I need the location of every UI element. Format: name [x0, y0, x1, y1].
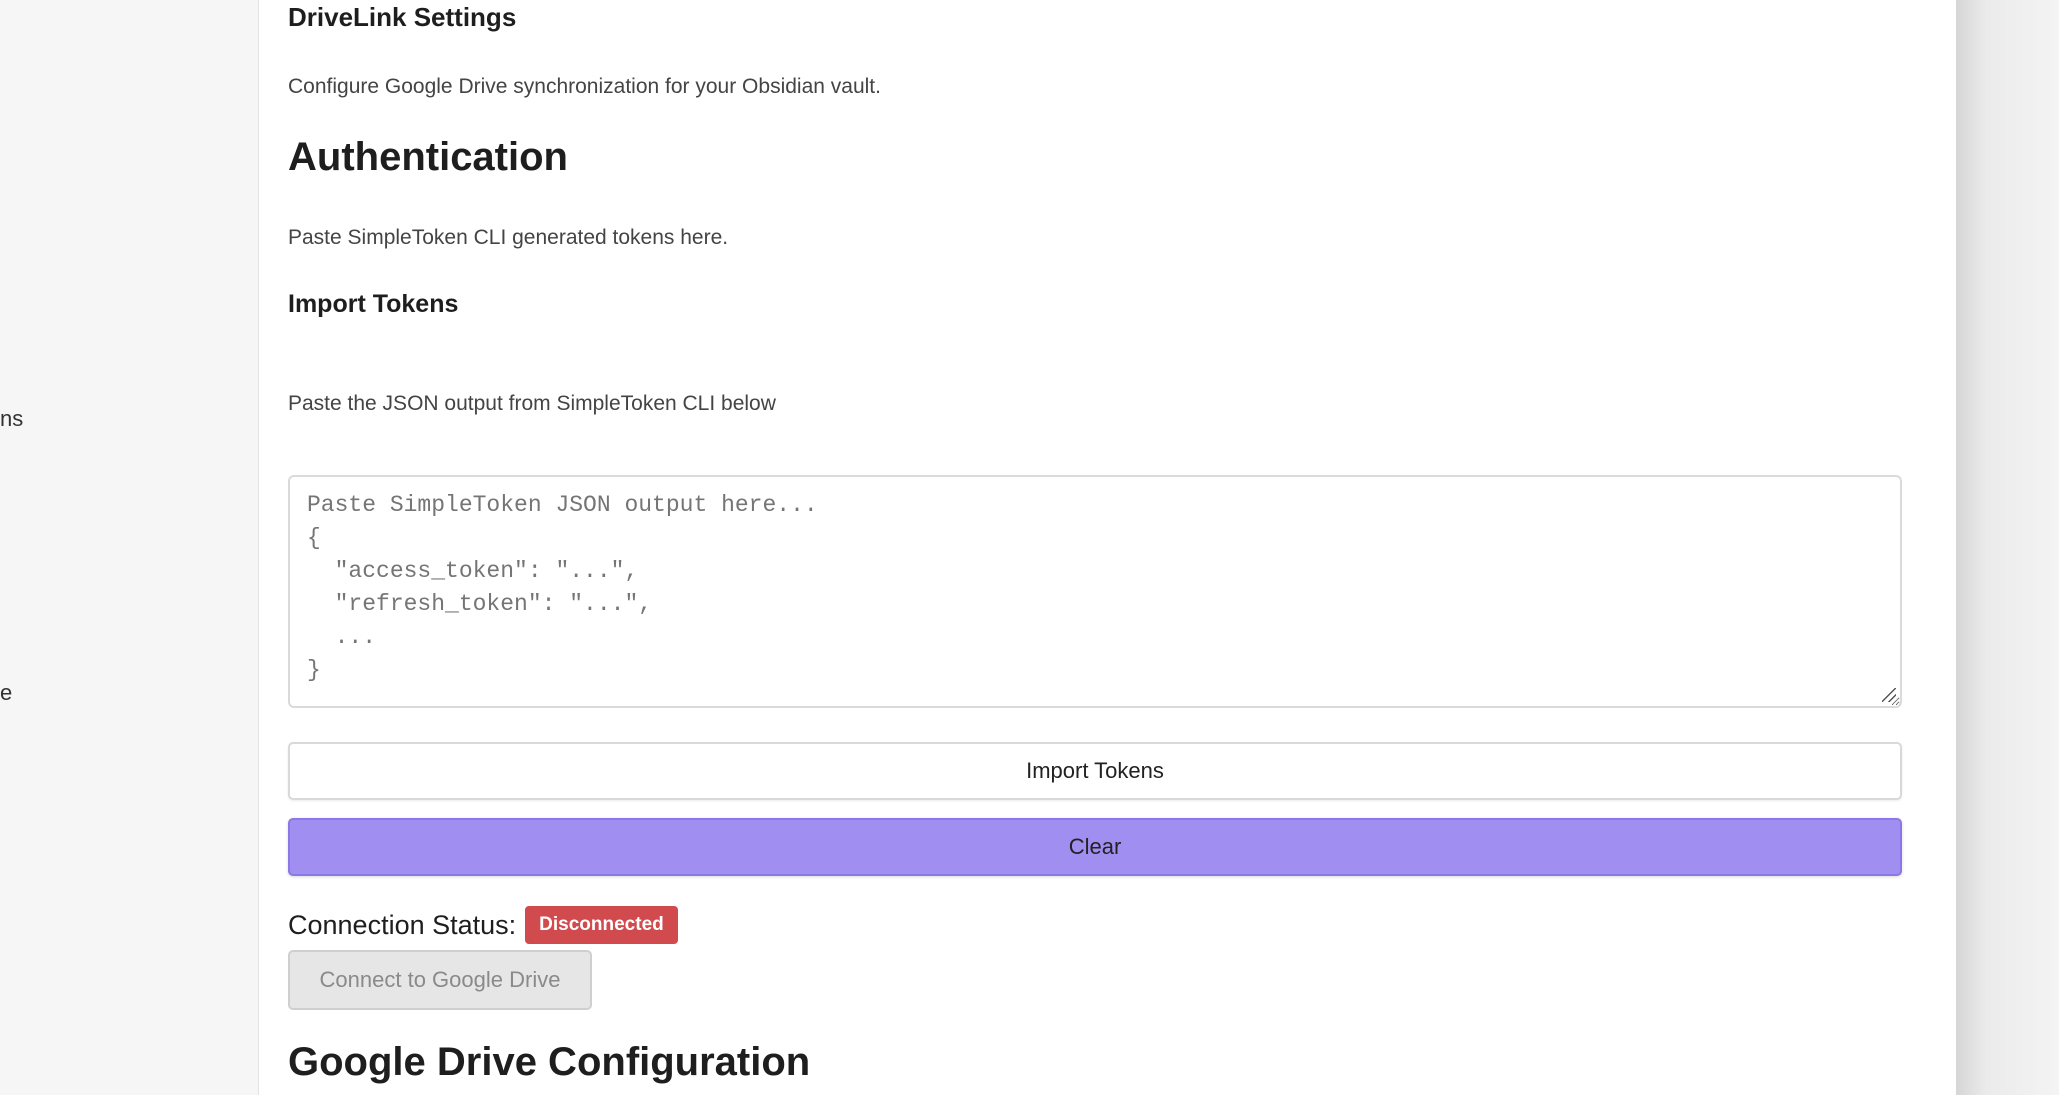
- modal-shadow: [1956, 0, 2059, 1095]
- settings-panel: DriveLink Settings Configure Google Driv…: [258, 0, 1956, 1095]
- status-badge: Disconnected: [525, 906, 678, 944]
- settings-title: DriveLink Settings: [288, 2, 517, 32]
- authentication-heading: Authentication: [288, 135, 568, 179]
- connection-status-row: Connection Status: Disconnected: [288, 906, 678, 944]
- token-json-textarea[interactable]: [288, 475, 1902, 708]
- import-tokens-button[interactable]: Import Tokens: [288, 742, 1902, 800]
- connect-google-drive-button[interactable]: Connect to Google Drive: [288, 950, 592, 1010]
- import-tokens-description: Paste the JSON output from SimpleToken C…: [288, 392, 776, 415]
- textarea-resize-handle[interactable]: [1882, 688, 1896, 702]
- google-drive-configuration-heading: Google Drive Configuration: [288, 1040, 811, 1084]
- sidebar-item-fragment[interactable]: ns: [0, 406, 23, 432]
- import-tokens-heading: Import Tokens: [288, 290, 459, 318]
- connection-status-label: Connection Status:: [288, 909, 517, 940]
- settings-description: Configure Google Drive synchronization f…: [288, 75, 881, 98]
- clear-button[interactable]: Clear: [288, 818, 1902, 876]
- authentication-description: Paste SimpleToken CLI generated tokens h…: [288, 226, 729, 249]
- sidebar-item-fragment[interactable]: e: [0, 680, 12, 706]
